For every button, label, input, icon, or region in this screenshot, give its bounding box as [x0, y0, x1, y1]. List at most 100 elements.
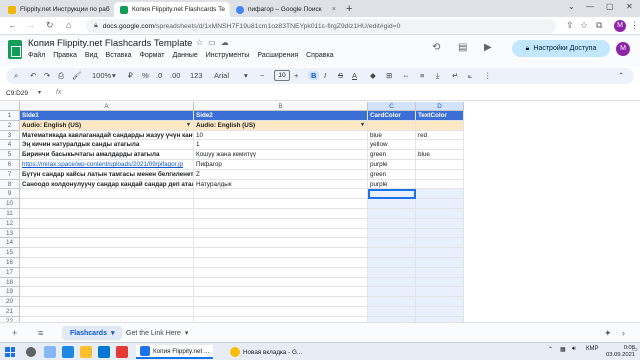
redo-icon[interactable]: ↷	[44, 71, 50, 80]
file-explorer-icon[interactable]	[80, 346, 92, 358]
table-cell[interactable]: TextColor	[416, 111, 464, 121]
font-size-increase-icon[interactable]: +	[294, 71, 298, 80]
document-title[interactable]: Копия Flippity.net Flashcards Template	[28, 38, 192, 49]
table-cell[interactable]	[194, 238, 368, 249]
row-header[interactable]: 14	[0, 238, 20, 249]
back-arrow-icon[interactable]: ←	[8, 20, 17, 30]
table-cell[interactable]	[416, 169, 464, 180]
table-cell[interactable]: Кошуу жана кемитүү	[194, 150, 368, 160]
table-cell[interactable]: Audio: English (US) ▾	[20, 120, 194, 131]
table-cell[interactable]	[416, 199, 464, 209]
text-wrap-icon[interactable]: ↵	[452, 71, 458, 80]
table-cell[interactable]	[368, 307, 416, 317]
table-cell[interactable]	[416, 189, 464, 200]
table-cell[interactable]: https://mirax.space/wp-content/uploads/2…	[20, 160, 194, 170]
table-cell[interactable]: purple	[368, 179, 416, 190]
column-header-a[interactable]: A	[20, 102, 194, 111]
fill-color-icon[interactable]: ◆	[370, 71, 376, 80]
paint-format-icon[interactable]: 🖌︎	[72, 71, 82, 80]
table-cell[interactable]	[368, 297, 416, 307]
menu-file[interactable]: Файл	[28, 52, 45, 59]
table-cell[interactable]: purple	[368, 160, 416, 170]
edge-icon[interactable]	[62, 346, 74, 358]
row-header[interactable]: 13	[0, 228, 20, 239]
text-rotate-icon[interactable]: ⟀	[468, 71, 473, 81]
table-cell[interactable]: CardColor	[368, 111, 416, 121]
table-cell[interactable]	[416, 307, 464, 317]
table-cell[interactable]: Математикада кавлаганадай сандарды жазуу…	[20, 130, 194, 141]
volume-icon[interactable]: 🔊︎	[572, 346, 576, 353]
row-header[interactable]: 7	[0, 169, 20, 180]
chevron-down-icon[interactable]: ▾	[185, 329, 189, 337]
table-cell[interactable]	[368, 189, 416, 200]
table-cell[interactable]	[20, 199, 194, 209]
tray-chevron-icon[interactable]: ⌃	[548, 346, 553, 353]
table-cell[interactable]	[368, 287, 416, 298]
system-clock[interactable]: 0:08 03.09.2021	[606, 345, 635, 359]
table-cell[interactable]	[368, 248, 416, 258]
chevron-down-icon[interactable]: ⌄	[568, 2, 575, 11]
share-button[interactable]: 🔒︎ Настройки Доступа	[512, 40, 610, 57]
italic-button[interactable]: I	[324, 71, 326, 80]
sheets-logo-icon[interactable]	[8, 40, 22, 59]
row-header[interactable]: 10	[0, 199, 20, 209]
table-cell[interactable]	[194, 307, 368, 317]
home-icon[interactable]: ⌂	[66, 20, 71, 30]
cloud-status-icon[interactable]: ☁	[221, 38, 234, 47]
url-bar[interactable]: 🔒︎ docs.google.com /spreadsheets/d/1xMNS…	[86, 19, 556, 33]
table-cell[interactable]: red	[416, 130, 464, 141]
font-size-input[interactable]: 10	[274, 70, 290, 81]
bold-button[interactable]: B	[308, 71, 320, 80]
row-header[interactable]: 16	[0, 258, 20, 268]
table-cell[interactable]: yellow	[368, 140, 416, 151]
table-cell[interactable]: Эң кичин натуралдык санды атагыла	[20, 140, 194, 151]
close-tab-icon[interactable]: ×	[328, 6, 336, 13]
table-cell[interactable]	[20, 248, 194, 258]
currency-button[interactable]: ₽	[128, 71, 133, 80]
reload-icon[interactable]: ↻	[46, 20, 54, 31]
table-cell[interactable]: 10	[194, 130, 368, 141]
table-cell[interactable]	[416, 228, 464, 239]
table-cell[interactable]	[194, 297, 368, 307]
chevron-up-icon[interactable]: ⌃	[618, 71, 624, 80]
table-cell[interactable]	[20, 228, 194, 239]
table-cell[interactable]	[20, 258, 194, 268]
menu-help[interactable]: Справка	[306, 52, 333, 59]
menu-insert[interactable]: Вставка	[106, 52, 132, 59]
row-header[interactable]: 6	[0, 160, 20, 170]
task-view-icon[interactable]	[44, 346, 56, 358]
notifications-icon[interactable]: ▭	[632, 346, 638, 353]
row-header[interactable]: 19	[0, 287, 20, 298]
table-cell[interactable]	[20, 277, 194, 288]
row-header[interactable]: 4	[0, 140, 20, 151]
table-cell[interactable]	[194, 218, 368, 229]
all-sheets-button[interactable]: ≡	[38, 328, 43, 338]
decrease-decimal-button[interactable]: .0	[156, 71, 162, 80]
share-page-icon[interactable]: ⇪	[566, 20, 574, 31]
table-cell[interactable]	[20, 297, 194, 307]
table-cell[interactable]	[194, 199, 368, 209]
table-cell[interactable]	[20, 307, 194, 317]
table-cell[interactable]: 1	[194, 140, 368, 151]
column-header-c[interactable]: C	[368, 102, 416, 111]
table-cell[interactable]	[416, 267, 464, 278]
table-cell[interactable]	[416, 297, 464, 307]
increase-decimal-button[interactable]: .00	[170, 71, 180, 80]
number-format-button[interactable]: 123	[190, 71, 203, 80]
table-cell[interactable]	[416, 258, 464, 268]
column-header-d[interactable]: D	[416, 102, 464, 111]
table-cell[interactable]	[194, 209, 368, 219]
explore-icon[interactable]: ✦	[604, 328, 612, 339]
row-header[interactable]: 20	[0, 297, 20, 307]
table-cell[interactable]: Z	[194, 169, 368, 180]
row-header[interactable]: 12	[0, 218, 20, 229]
table-cell[interactable]	[368, 228, 416, 239]
table-cell[interactable]: blue	[416, 150, 464, 160]
name-box[interactable]: C9:D29	[6, 90, 28, 97]
merge-cells-icon[interactable]: ⇔	[402, 71, 410, 80]
star-icon[interactable]: ☆	[196, 38, 208, 47]
more-tools-icon[interactable]: ⋮	[484, 71, 492, 80]
row-header[interactable]: 2	[0, 120, 20, 131]
extensions-icon[interactable]: ⧉	[596, 20, 602, 31]
table-cell[interactable]: Саноодо колдонулуучу сандар кандай санда…	[20, 179, 194, 190]
